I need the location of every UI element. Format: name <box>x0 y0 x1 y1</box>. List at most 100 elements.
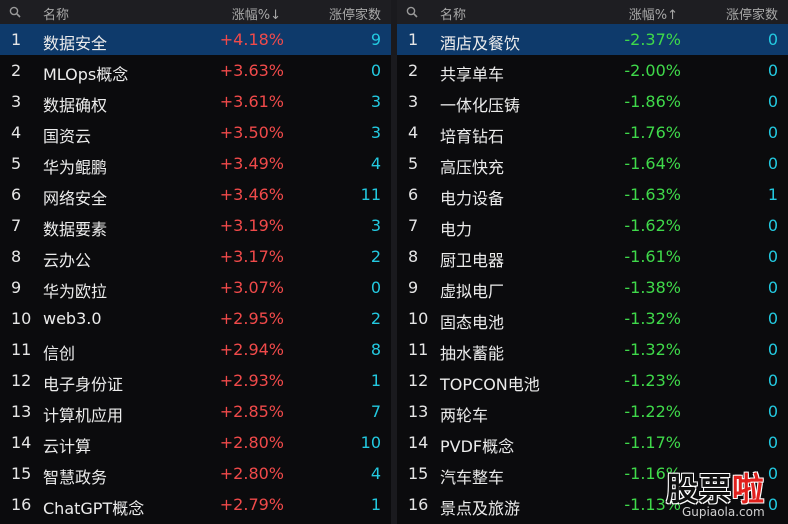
change-percent: +2.79% <box>219 495 284 514</box>
table-row[interactable]: 6 网络安全 +3.46% 11 <box>0 179 391 210</box>
table-row[interactable]: 1 数据安全 +4.18% 9 <box>0 24 391 55</box>
limit-up-count: 1 <box>370 495 381 514</box>
sector-name: 两轮车 <box>440 406 489 425</box>
table-row[interactable]: 13 两轮车 -1.22% 0 <box>397 396 788 427</box>
change-percent: -1.17% <box>624 433 681 452</box>
sector-name: 数据确权 <box>43 96 108 115</box>
sector-name: TOPCON电池 <box>440 375 540 394</box>
change-percent: +4.18% <box>219 30 284 49</box>
table-row[interactable]: 7 电力 -1.62% 0 <box>397 210 788 241</box>
row-index: 4 <box>11 123 22 142</box>
row-index: 15 <box>408 464 429 483</box>
table-row[interactable]: 12 电子身份证 +2.93% 1 <box>0 365 391 396</box>
change-percent: -1.32% <box>624 309 681 328</box>
limit-up-count: 0 <box>767 123 778 142</box>
table-row[interactable]: 10 固态电池 -1.32% 0 <box>397 303 788 334</box>
table-row[interactable]: 10 web3.0 +2.95% 2 <box>0 303 391 334</box>
limit-up-count: 11 <box>360 185 381 204</box>
table-row[interactable]: 7 数据要素 +3.19% 3 <box>0 210 391 241</box>
table-row[interactable]: 1 酒店及餐饮 -2.37% 0 <box>397 24 788 55</box>
table-row[interactable]: 15 汽车整车 -1.16% 0 <box>397 458 788 489</box>
table-row[interactable]: 16 景点及旅游 -1.13% 0 <box>397 489 788 520</box>
change-percent: -1.16% <box>624 464 681 483</box>
table-row[interactable]: 6 电力设备 -1.63% 1 <box>397 179 788 210</box>
limit-up-count: 0 <box>767 402 778 421</box>
row-index: 13 <box>11 402 32 421</box>
table-row[interactable]: 15 智慧政务 +2.80% 4 <box>0 458 391 489</box>
sector-name: 云办公 <box>43 251 92 270</box>
sector-name: 高压快充 <box>440 158 505 177</box>
change-percent: +3.46% <box>219 185 284 204</box>
table-row[interactable]: 14 PVDF概念 -1.17% 0 <box>397 427 788 458</box>
row-index: 9 <box>408 278 419 297</box>
search-icon[interactable] <box>9 6 21 18</box>
row-index: 1 <box>11 30 22 49</box>
row-index: 8 <box>11 247 22 266</box>
row-index: 10 <box>408 309 429 328</box>
table-header: 名称 涨幅%↑ 涨停家数 <box>397 0 788 24</box>
row-index: 3 <box>11 92 22 111</box>
row-index: 3 <box>408 92 419 111</box>
change-percent: +2.80% <box>219 464 284 483</box>
limit-up-count: 10 <box>360 433 381 452</box>
sector-name: 虚拟电厂 <box>440 282 505 301</box>
column-header-change[interactable]: 涨幅%↓ <box>232 4 281 23</box>
limit-up-count: 1 <box>767 185 778 204</box>
column-header-count[interactable]: 涨停家数 <box>329 4 381 23</box>
row-index: 12 <box>408 371 429 390</box>
column-header-change[interactable]: 涨幅%↑ <box>629 4 678 23</box>
table-row[interactable]: 4 国资云 +3.50% 3 <box>0 117 391 148</box>
table-row[interactable]: 5 华为鲲鹏 +3.49% 4 <box>0 148 391 179</box>
limit-up-count: 1 <box>370 371 381 390</box>
change-percent: -1.13% <box>624 495 681 514</box>
change-percent: +3.17% <box>219 247 284 266</box>
table-row[interactable]: 13 计算机应用 +2.85% 7 <box>0 396 391 427</box>
table-row[interactable]: 5 高压快充 -1.64% 0 <box>397 148 788 179</box>
sector-name: 抽水蓄能 <box>440 344 505 363</box>
table-row[interactable]: 4 培育钻石 -1.76% 0 <box>397 117 788 148</box>
table-row[interactable]: 3 数据确权 +3.61% 3 <box>0 86 391 117</box>
table-row[interactable]: 9 虚拟电厂 -1.38% 0 <box>397 272 788 303</box>
row-index: 9 <box>11 278 22 297</box>
table-row[interactable]: 8 厨卫电器 -1.61% 0 <box>397 241 788 272</box>
table-row[interactable]: 8 云办公 +3.17% 2 <box>0 241 391 272</box>
sector-name: 华为鲲鹏 <box>43 158 108 177</box>
change-percent: +3.61% <box>219 92 284 111</box>
table-rows: 1 酒店及餐饮 -2.37% 0 2 共享单车 -2.00% 0 3 一体化压铸 -1.86% 0 4 培… <box>397 24 788 520</box>
row-index: 7 <box>11 216 22 235</box>
table-row[interactable]: 11 抽水蓄能 -1.32% 0 <box>397 334 788 365</box>
table-row[interactable]: 2 MLOps概念 +3.63% 0 <box>0 55 391 86</box>
limit-up-count: 0 <box>767 216 778 235</box>
limit-up-count: 0 <box>767 340 778 359</box>
search-icon[interactable] <box>406 6 418 18</box>
table-row[interactable]: 2 共享单车 -2.00% 0 <box>397 55 788 86</box>
change-percent: -1.23% <box>624 371 681 390</box>
sector-name: 一体化压铸 <box>440 96 521 115</box>
column-header-name[interactable]: 名称 <box>43 4 69 23</box>
change-percent: +3.19% <box>219 216 284 235</box>
sector-name: 网络安全 <box>43 189 108 208</box>
change-percent: +3.49% <box>219 154 284 173</box>
sector-name: 共享单车 <box>440 65 505 84</box>
row-index: 12 <box>11 371 32 390</box>
row-index: 7 <box>408 216 419 235</box>
limit-up-count: 9 <box>370 30 381 49</box>
column-header-name[interactable]: 名称 <box>440 4 466 23</box>
change-percent: +2.94% <box>219 340 284 359</box>
table-row[interactable]: 14 云计算 +2.80% 10 <box>0 427 391 458</box>
column-header-count[interactable]: 涨停家数 <box>726 4 778 23</box>
limit-up-count: 0 <box>767 92 778 111</box>
limit-up-count: 0 <box>767 371 778 390</box>
table-row[interactable]: 12 TOPCON电池 -1.23% 0 <box>397 365 788 396</box>
table-row[interactable]: 9 华为欧拉 +3.07% 0 <box>0 272 391 303</box>
table-row[interactable]: 3 一体化压铸 -1.86% 0 <box>397 86 788 117</box>
table-row[interactable]: 11 信创 +2.94% 8 <box>0 334 391 365</box>
sector-name: 电子身份证 <box>43 375 124 394</box>
sector-name: 电力设备 <box>440 189 505 208</box>
limit-up-count: 0 <box>767 61 778 80</box>
row-index: 15 <box>11 464 32 483</box>
change-percent: -2.00% <box>624 61 681 80</box>
change-percent: -1.62% <box>624 216 681 235</box>
row-index: 10 <box>11 309 32 328</box>
table-row[interactable]: 16 ChatGPT概念 +2.79% 1 <box>0 489 391 520</box>
